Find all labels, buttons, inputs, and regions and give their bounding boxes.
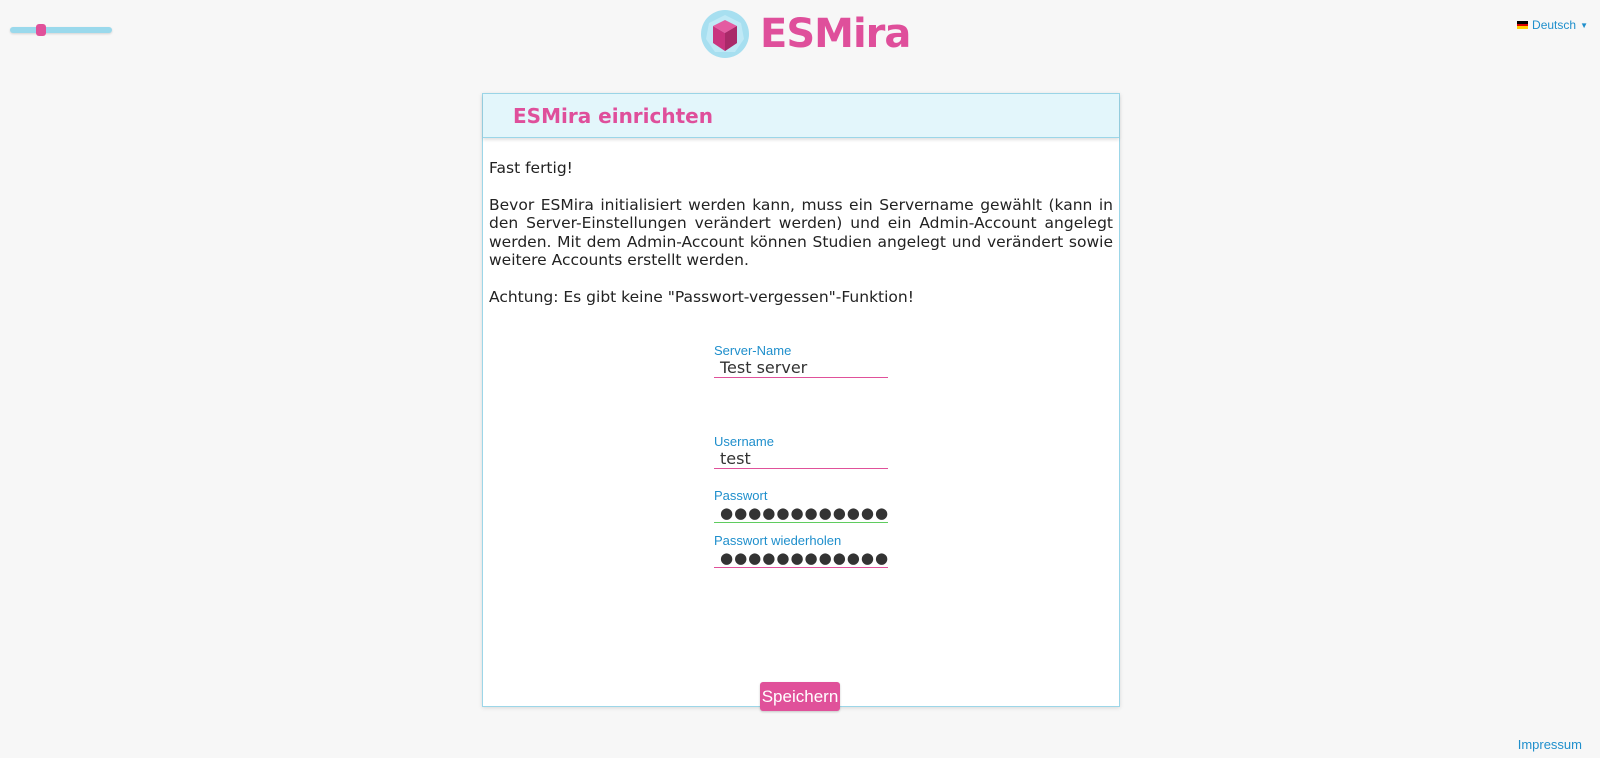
- panel-title: ESMira einrichten: [513, 103, 713, 128]
- password-repeat-field: Passwort wiederholen ●●●●●●●●●●●●: [714, 534, 888, 568]
- username-label: Username: [714, 434, 774, 449]
- intro-text: Fast fertig!: [489, 159, 573, 177]
- panel-body: Fast fertig! Bevor ESMira initialisiert …: [483, 138, 1119, 306]
- admin-account-form: Username test Passwort ●●●●●●●●●●●● Pass…: [714, 435, 888, 568]
- setup-panel: ESMira einrichten Fast fertig! Bevor ESM…: [482, 93, 1120, 711]
- zoom-slider-track[interactable]: [10, 27, 112, 33]
- save-button[interactable]: Speichern: [760, 682, 840, 711]
- logo-text: ESMira: [760, 11, 911, 57]
- password-repeat-input[interactable]: ●●●●●●●●●●●●: [714, 548, 888, 568]
- logo: ESMira: [700, 8, 911, 60]
- server-name-input[interactable]: Test server: [714, 358, 888, 378]
- server-name-form: Server-Name Test server: [714, 344, 888, 378]
- password-label: Passwort: [714, 488, 768, 503]
- logo-icon: [701, 10, 749, 58]
- description-text: Bevor ESMira initialisiert werden kann, …: [489, 195, 1113, 270]
- impressum-link[interactable]: Impressum: [1518, 737, 1582, 752]
- password-repeat-label: Passwort wiederholen: [714, 533, 842, 548]
- username-field: Username test: [714, 435, 888, 469]
- username-input[interactable]: test: [714, 449, 888, 469]
- zoom-slider[interactable]: [10, 24, 112, 36]
- panel-header: ESMira einrichten: [483, 94, 1119, 138]
- warning-text: Achtung: Es gibt keine "Passwort-vergess…: [489, 287, 914, 306]
- password-input[interactable]: ●●●●●●●●●●●●: [714, 503, 888, 523]
- language-selector[interactable]: Deutsch ▼: [1517, 18, 1588, 32]
- password-field: Passwort ●●●●●●●●●●●●: [714, 489, 888, 523]
- server-name-field: Server-Name Test server: [714, 344, 888, 378]
- caret-down-icon: ▼: [1580, 20, 1588, 30]
- language-label: Deutsch: [1532, 18, 1577, 32]
- zoom-slider-handle[interactable]: [36, 24, 46, 36]
- de-flag-icon: [1517, 21, 1529, 30]
- server-name-label: Server-Name: [714, 343, 792, 358]
